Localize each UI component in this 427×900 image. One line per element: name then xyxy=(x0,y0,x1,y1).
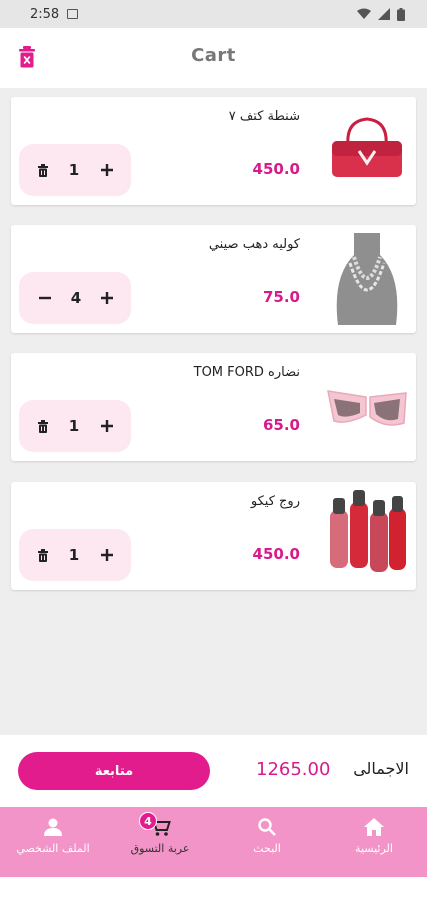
app-bar: Cart xyxy=(0,28,427,88)
trash-icon xyxy=(38,419,48,433)
nav-item-label: الملف الشخصي xyxy=(16,842,90,855)
nav-item-profile[interactable]: الملف الشخصي xyxy=(0,807,106,877)
plus-icon xyxy=(101,164,113,176)
signal-icon xyxy=(378,8,390,20)
sim-icon xyxy=(67,9,79,19)
quantity-value: 1 xyxy=(68,417,80,435)
increase-quantity-button[interactable] xyxy=(100,291,114,305)
system-nav-area xyxy=(0,877,427,900)
quantity-stepper: 1 xyxy=(19,400,131,452)
quantity-stepper: 4 xyxy=(19,272,131,324)
product-price: 450.0 xyxy=(252,545,300,563)
status-time: 2:58 xyxy=(30,6,60,22)
product-price: 75.0 xyxy=(262,288,300,306)
page-title: Cart xyxy=(191,45,236,66)
quantity-value: 4 xyxy=(70,289,82,307)
product-price: 65.0 xyxy=(262,416,300,434)
nav-item-search[interactable]: البحث xyxy=(214,807,320,877)
product-image-necklace xyxy=(326,233,408,325)
nav-item-label: عربة التسوق xyxy=(130,842,190,855)
checkout-bar: متابعة 1265.00 الاجمالى xyxy=(0,735,427,807)
plus-icon xyxy=(101,549,113,561)
minus-icon xyxy=(39,296,51,300)
quantity-value: 1 xyxy=(68,546,80,564)
plus-icon xyxy=(101,420,113,432)
remove-item-button[interactable] xyxy=(38,163,48,177)
increase-quantity-button[interactable] xyxy=(100,548,114,562)
increase-quantity-button[interactable] xyxy=(100,163,114,177)
remove-item-button[interactable] xyxy=(38,548,48,562)
decrease-quantity-button[interactable] xyxy=(38,291,52,305)
nav-item-label: البحث xyxy=(253,842,281,855)
remove-item-button[interactable] xyxy=(38,419,48,433)
trash-icon xyxy=(38,163,48,177)
product-image-sunglasses xyxy=(326,361,408,453)
battery-icon xyxy=(397,7,405,21)
continue-button[interactable]: متابعة xyxy=(18,752,210,790)
cart-item: كوليه دهب صيني 75.0 4 xyxy=(11,225,416,333)
product-name: روج كيكو xyxy=(250,494,300,509)
cart-item: TOM FORD نضاره 65.0 1 xyxy=(11,353,416,461)
product-name: كوليه دهب صيني xyxy=(208,237,300,252)
status-bar: 2:58 xyxy=(0,0,427,28)
product-image-lipstick xyxy=(326,490,408,582)
nav-item-cart[interactable]: عربة التسوق xyxy=(107,807,213,877)
nav-item-label: الرئيسية xyxy=(355,842,393,855)
trash-icon xyxy=(38,548,48,562)
total-value: 1265.00 xyxy=(256,759,331,780)
quantity-stepper: 1 xyxy=(19,144,131,196)
search-icon xyxy=(258,818,276,836)
nav-item-home[interactable]: الرئيسية xyxy=(321,807,427,877)
increase-quantity-button[interactable] xyxy=(100,419,114,433)
home-icon xyxy=(364,818,384,836)
product-name: شنطة كتف ٧ xyxy=(228,109,300,124)
cart-item: شنطة كتف ٧ 450.0 1 xyxy=(11,97,416,205)
bottom-nav: الملف الشخصي عربة التسوق 4 البحث الرئيسي… xyxy=(0,807,427,877)
quantity-value: 1 xyxy=(68,161,80,179)
product-price: 450.0 xyxy=(252,160,300,178)
cart-list: شنطة كتف ٧ 450.0 1 كوليه دهب صيني 75.0 4 xyxy=(0,88,427,735)
quantity-stepper: 1 xyxy=(19,529,131,581)
plus-icon xyxy=(101,292,113,304)
product-name: TOM FORD نضاره xyxy=(193,365,300,380)
cart-item: روج كيكو 450.0 1 xyxy=(11,482,416,590)
cart-count-badge: 4 xyxy=(139,812,157,830)
person-icon xyxy=(44,818,62,836)
wifi-icon xyxy=(357,8,371,19)
product-image-bag xyxy=(326,105,408,197)
total-label: الاجمالى xyxy=(353,759,409,778)
